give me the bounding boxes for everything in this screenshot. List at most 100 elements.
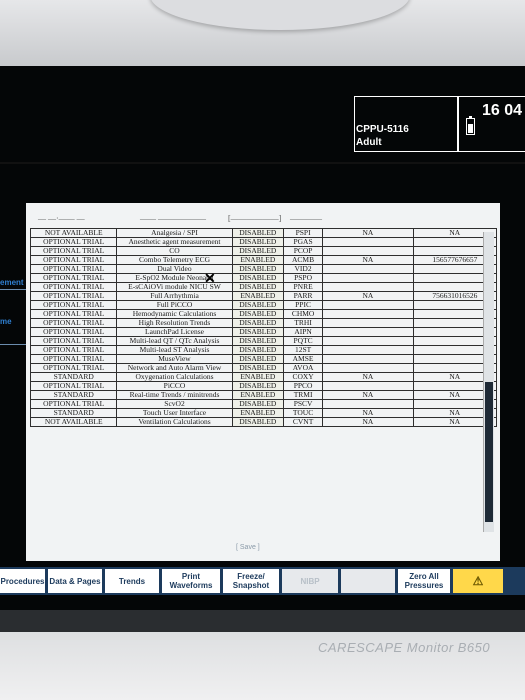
license-type-cell: OPTIONAL TRIAL bbox=[29, 345, 118, 355]
table-row[interactable]: OPTIONAL TRIAL ScvO2 DISABLED PSCV bbox=[29, 399, 498, 409]
screen-bottom-lip bbox=[0, 610, 525, 632]
license-type-cell: OPTIONAL TRIAL bbox=[29, 363, 118, 373]
table-row[interactable]: OPTIONAL TRIAL PiCCO DISABLED PPCO bbox=[29, 381, 498, 391]
option-name-cell: Full Arrhythmia bbox=[116, 291, 233, 301]
side-rule-1 bbox=[0, 289, 26, 290]
code-cell: COXY bbox=[283, 372, 324, 382]
table-row[interactable]: NOT AVAILABLE Analgesia / SPI DISABLED PSPI… bbox=[29, 228, 498, 238]
code-cell: PSCV bbox=[283, 399, 324, 409]
software-options-table: NOT AVAILABLE Analgesia / SPI DISABLED PSPI… bbox=[29, 228, 498, 427]
option-name-cell: Network and Auto Alarm View bbox=[116, 363, 233, 373]
value-cell: NA bbox=[322, 372, 414, 382]
table-row[interactable]: STANDARD Touch User Interface ENABLED TOUC N… bbox=[29, 408, 498, 418]
value-cell bbox=[322, 381, 414, 391]
table-row[interactable]: OPTIONAL TRIAL LaunchPad License DISABLED A… bbox=[29, 327, 498, 337]
status-cell[interactable]: DISABLED bbox=[231, 273, 285, 283]
close-icon[interactable]: ✕ bbox=[204, 270, 216, 287]
code-cell: TOUC bbox=[283, 408, 324, 418]
code-cell: CVNT bbox=[283, 417, 324, 427]
status-cell[interactable]: ENABLED bbox=[231, 408, 285, 418]
code-cell: CHMO bbox=[283, 309, 324, 319]
value-cell bbox=[322, 363, 414, 373]
monitor-bottom-bezel bbox=[0, 610, 525, 700]
status-cell[interactable]: ENABLED bbox=[231, 255, 285, 265]
option-name-cell: Hemodynamic Calculations bbox=[116, 309, 233, 319]
side-label-2: me bbox=[0, 317, 12, 326]
table-row[interactable]: OPTIONAL TRIAL E-sCAiOVi module NICU SW DI… bbox=[29, 282, 498, 292]
license-type-cell: OPTIONAL TRIAL bbox=[29, 237, 118, 247]
print-waveforms-button[interactable]: Print Waveforms bbox=[162, 569, 220, 593]
status-cell[interactable]: DISABLED bbox=[231, 237, 285, 247]
code-cell: VID2 bbox=[283, 264, 324, 274]
zero-all-pressures-button[interactable]: Zero All Pressures bbox=[398, 569, 450, 593]
table-row[interactable]: OPTIONAL TRIAL Network and Auto Alarm Vie… bbox=[29, 363, 498, 373]
license-type-cell: NOT AVAILABLE bbox=[29, 417, 118, 427]
license-type-cell: OPTIONAL TRIAL bbox=[29, 300, 118, 310]
status-cell[interactable]: DISABLED bbox=[231, 399, 285, 409]
table-row[interactable]: OPTIONAL TRIAL Full Arrhythmia ENABLED PARR… bbox=[29, 291, 498, 301]
bottom-menu-bar: Procedures Data & Pages Trends Print Wav… bbox=[0, 567, 525, 595]
monitor-top-bezel bbox=[0, 0, 525, 66]
status-cell[interactable]: DISABLED bbox=[231, 354, 285, 364]
status-cell[interactable]: ENABLED bbox=[231, 291, 285, 301]
value-cell: NA bbox=[322, 417, 414, 427]
code-cell: PQTC bbox=[283, 336, 324, 346]
table-row[interactable]: STANDARD Real-time Trends / minitrends ENA… bbox=[29, 390, 498, 400]
code-cell: AVOA bbox=[283, 363, 324, 373]
value-cell bbox=[322, 399, 414, 409]
procedures-button[interactable]: Procedures bbox=[0, 569, 45, 593]
status-cell[interactable]: DISABLED bbox=[231, 318, 285, 328]
value-cell: NA bbox=[322, 255, 414, 265]
status-cell[interactable]: DISABLED bbox=[231, 309, 285, 319]
table-row[interactable]: NOT AVAILABLE Ventilation Calculations DIS… bbox=[29, 417, 498, 427]
table-row[interactable]: OPTIONAL TRIAL Full PiCCO DISABLED PPIC bbox=[29, 300, 498, 310]
data-pages-button[interactable]: Data & Pages bbox=[48, 569, 102, 593]
scrollbar-thumb[interactable] bbox=[485, 382, 493, 522]
side-label-1: ement bbox=[0, 278, 24, 287]
table-row[interactable]: OPTIONAL TRIAL Hemodynamic Calculations DI… bbox=[29, 309, 498, 319]
status-cell[interactable]: DISABLED bbox=[231, 417, 285, 427]
table-row[interactable]: OPTIONAL TRIAL Multi-lead QT / QTc Analys… bbox=[29, 336, 498, 346]
table-row[interactable]: OPTIONAL TRIAL E-SpO2 Module Neonatal DISA… bbox=[29, 273, 498, 283]
status-cell[interactable]: DISABLED bbox=[231, 228, 285, 238]
status-cell[interactable]: DISABLED bbox=[231, 345, 285, 355]
table-row[interactable]: OPTIONAL TRIAL MuseView DISABLED AMSE bbox=[29, 354, 498, 364]
value-cell bbox=[322, 318, 414, 328]
option-name-cell: Full PiCCO bbox=[116, 300, 233, 310]
option-name-cell: Ventilation Calculations bbox=[116, 417, 233, 427]
table-scrollbar[interactable] bbox=[483, 232, 494, 532]
value-cell bbox=[322, 273, 414, 283]
value-cell bbox=[322, 237, 414, 247]
option-name-cell: Touch User Interface bbox=[116, 408, 233, 418]
table-row[interactable]: OPTIONAL TRIAL Anesthetic agent measureme… bbox=[29, 237, 498, 247]
license-type-cell: NOT AVAILABLE bbox=[29, 228, 118, 238]
status-cell[interactable]: DISABLED bbox=[231, 282, 285, 292]
status-cell[interactable]: ENABLED bbox=[231, 372, 285, 382]
table-row[interactable]: OPTIONAL TRIAL Multi-lead ST Analysis DISA… bbox=[29, 345, 498, 355]
alarm-bell-icon[interactable]: ⚠ bbox=[453, 569, 503, 593]
option-name-cell: MuseView bbox=[116, 354, 233, 364]
option-name-cell: Multi-lead QT / QTc Analysis bbox=[116, 336, 233, 346]
table-row[interactable]: STANDARD Oxygenation Calculations ENABLED C… bbox=[29, 372, 498, 382]
trends-button[interactable]: Trends bbox=[105, 569, 159, 593]
patient-category: Adult bbox=[356, 137, 382, 148]
table-row[interactable]: OPTIONAL TRIAL Dual Video DISABLED VID2 bbox=[29, 264, 498, 274]
license-type-cell: OPTIONAL TRIAL bbox=[29, 246, 118, 256]
status-cell[interactable]: DISABLED bbox=[231, 327, 285, 337]
status-cell[interactable]: DISABLED bbox=[231, 300, 285, 310]
nibp-button[interactable]: NIBP bbox=[282, 569, 338, 593]
table-row[interactable]: OPTIONAL TRIAL Combo Telemetry ECG ENABLED… bbox=[29, 255, 498, 265]
license-type-cell: OPTIONAL TRIAL bbox=[29, 381, 118, 391]
table-row[interactable]: OPTIONAL TRIAL High Resolution Trends DISA… bbox=[29, 318, 498, 328]
status-cell[interactable]: DISABLED bbox=[231, 336, 285, 346]
status-cell[interactable]: DISABLED bbox=[231, 363, 285, 373]
option-name-cell: Oxygenation Calculations bbox=[116, 372, 233, 382]
status-cell[interactable]: DISABLED bbox=[231, 264, 285, 274]
code-cell: PNRE bbox=[283, 282, 324, 292]
status-cell[interactable]: DISABLED bbox=[231, 246, 285, 256]
freeze-snapshot-button[interactable]: Freeze/ Snapshot bbox=[223, 569, 279, 593]
save-button[interactable]: [ Save ] bbox=[236, 544, 260, 551]
status-cell[interactable]: DISABLED bbox=[231, 381, 285, 391]
table-row[interactable]: OPTIONAL TRIAL CO DISABLED PCOP bbox=[29, 246, 498, 256]
status-cell[interactable]: ENABLED bbox=[231, 390, 285, 400]
